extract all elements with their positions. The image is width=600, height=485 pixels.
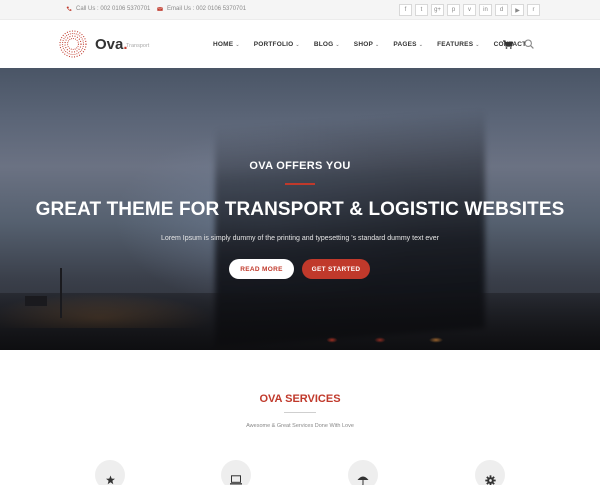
get-started-button[interactable]: GET STARTED	[302, 259, 370, 279]
nav-label: BLOG	[313, 41, 334, 48]
chevron-down-icon: ⌄	[335, 41, 340, 48]
hero-eyebrow: OVA OFFERS YOU	[249, 160, 351, 172]
logo-icon[interactable]	[59, 30, 87, 58]
chevron-down-icon: ⌄	[418, 41, 424, 48]
logo-subtitle: Transport	[126, 43, 150, 49]
umbrella-icon	[357, 476, 369, 485]
hero-pole	[60, 268, 62, 318]
nav-features[interactable]: FEATURES ⌄	[437, 41, 480, 48]
dribbble-icon[interactable]: d	[495, 4, 508, 16]
service-star[interactable]	[95, 460, 125, 485]
phone-contact[interactable]: Call Us : 002 0106 5370701	[66, 6, 150, 12]
envelope-icon	[157, 7, 163, 11]
nav-blog[interactable]: BLOG ⌄	[314, 41, 340, 48]
nav-label: SHOP	[353, 41, 374, 48]
nav-label: PAGES	[393, 41, 417, 48]
email-text: Email Us : 002 0106 5370701	[167, 6, 247, 12]
nav-home[interactable]: HOME ⌄	[213, 41, 240, 48]
nav-shop[interactable]: SHOP ⌄	[354, 41, 380, 48]
rss-icon[interactable]: r	[527, 4, 540, 16]
email-contact[interactable]: Email Us : 002 0106 5370701	[157, 6, 246, 12]
service-umbrella[interactable]	[348, 460, 378, 485]
hero-billboard	[25, 296, 47, 306]
hero-title: GREAT THEME FOR TRANSPORT & LOGISTIC WEB…	[35, 199, 565, 220]
nav-label: FEATURES	[437, 41, 474, 48]
gear-hole	[488, 479, 492, 482]
google-plus-icon[interactable]: g+	[431, 4, 444, 16]
hero-divider	[285, 183, 315, 185]
main-nav: HOME ⌄ PORTFOLIO ⌄ BLOG ⌄ SHOP ⌄ PAGES ⌄ FEATURES ⌄…	[213, 41, 526, 48]
laptop-icon	[230, 475, 242, 485]
phone-icon	[66, 6, 72, 11]
nav-portfolio[interactable]: PORTFOLIO ⌄	[254, 41, 300, 48]
social-links: f t g+ p v in d ▶ r	[399, 4, 540, 16]
linkedin-icon[interactable]: in	[479, 4, 492, 16]
chevron-down-icon: ⌄	[235, 41, 240, 48]
logo-text[interactable]: Ova.	[95, 36, 128, 53]
gear-icon	[484, 475, 496, 485]
service-gear[interactable]	[475, 460, 505, 485]
chevron-down-icon: ⌄	[295, 41, 300, 48]
twitter-icon[interactable]: t	[415, 4, 428, 16]
logo-ring	[59, 30, 87, 58]
services-subtitle: Awesome & Great Services Done With Love	[246, 423, 354, 429]
service-laptop[interactable]	[221, 460, 251, 485]
star-icon	[105, 475, 115, 485]
services-title: OVA SERVICES	[259, 393, 341, 405]
pinterest-icon[interactable]: p	[447, 4, 460, 16]
nav-label: PORTFOLIO	[253, 41, 294, 48]
logo-ring	[61, 32, 85, 56]
nav-label: HOME	[213, 41, 234, 48]
logo-ring	[66, 37, 80, 51]
cart-icon[interactable]	[503, 40, 513, 49]
chevron-down-icon: ⌄	[475, 41, 480, 48]
facebook-icon[interactable]: f	[399, 4, 412, 16]
hero-description: Lorem Ipsum is simply dummy of the print…	[161, 235, 439, 242]
youtube-icon[interactable]: ▶	[511, 4, 524, 16]
top-bar: Call Us : 002 0106 5370701 Email Us : 00…	[0, 0, 600, 20]
vimeo-icon[interactable]: v	[463, 4, 476, 16]
services-divider	[284, 412, 316, 413]
search-icon[interactable]	[524, 39, 534, 49]
read-more-button[interactable]: READ MORE	[229, 259, 294, 279]
site-header: Ova. Transport HOME ⌄ PORTFOLIO ⌄ BLOG ⌄ SHOP ⌄…	[0, 20, 600, 68]
chevron-down-icon: ⌄	[375, 41, 380, 48]
phone-text: Call Us : 002 0106 5370701	[76, 6, 151, 12]
nav-pages[interactable]: PAGES ⌄	[393, 41, 423, 48]
hero-tail-lights	[300, 333, 460, 347]
